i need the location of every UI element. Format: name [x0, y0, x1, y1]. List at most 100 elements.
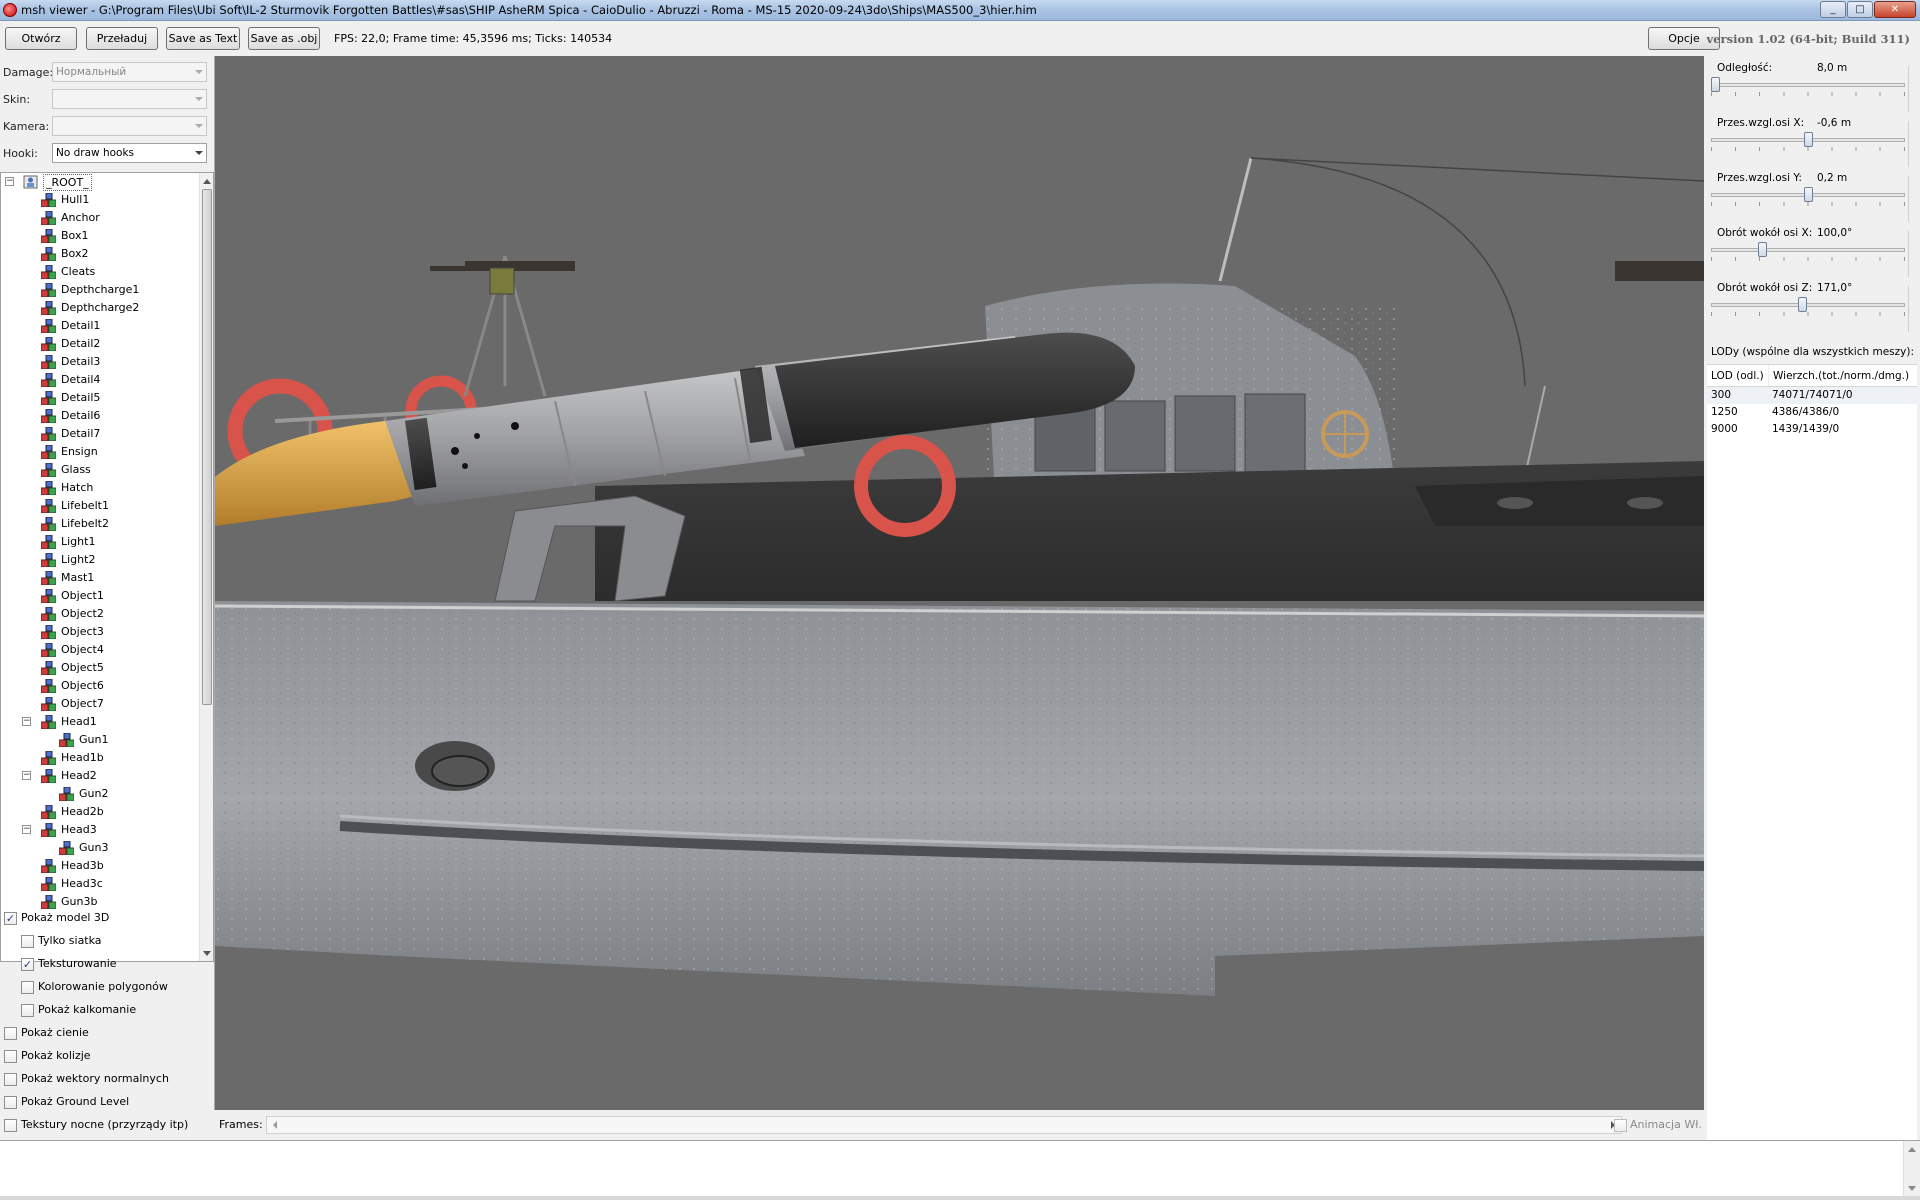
tree-item-label: Head3b	[61, 859, 104, 872]
tree-item-label: Object4	[61, 643, 104, 656]
save-as-obj-button[interactable]: Save as .obj	[248, 27, 320, 50]
tree-item-label: Head3c	[61, 877, 103, 890]
panel-divider	[1908, 176, 1916, 222]
mesh-node-icon	[41, 409, 56, 423]
checkbox-unchecked[interactable]	[21, 1004, 34, 1017]
lod-column-vertices[interactable]: Wierzch.(tot./norm./dmg.)	[1768, 365, 1917, 386]
hooks-row: Hooki: No draw hooks	[0, 142, 214, 166]
window-title: msh viewer - G:\Program Files\Ubi Soft\I…	[21, 3, 1037, 17]
lod-row[interactable]: 300 74071/74071/0	[1707, 387, 1917, 404]
mast	[1218, 157, 1253, 282]
skin-select[interactable]	[52, 89, 207, 109]
tree-item-label: Detail3	[61, 355, 101, 368]
scroll-down-icon[interactable]	[203, 951, 211, 956]
lod-row[interactable]: 9000 1439/1439/0	[1707, 421, 1917, 438]
collapse-icon[interactable]: −	[22, 771, 31, 780]
collapse-icon[interactable]: −	[5, 177, 14, 186]
mesh-node-icon	[41, 337, 56, 351]
lod-table[interactable]: LOD (odl.) Wierzch.(tot./norm./dmg.) 300…	[1707, 364, 1917, 1193]
mesh-node-icon	[41, 427, 56, 441]
mesh-node-icon	[41, 679, 56, 693]
scroll-up-icon[interactable]	[203, 179, 211, 184]
option-label: Pokaż cienie	[21, 1026, 89, 1039]
checkbox-unchecked[interactable]	[4, 1073, 17, 1086]
tree-scrollbar[interactable]	[199, 173, 213, 961]
right-panel: Odległość: 8,0 m Przes.wzgl.osi X: -0,6 m Pr…	[1705, 56, 1920, 1193]
minimize-button[interactable]: _	[1820, 1, 1846, 18]
slider-thumb[interactable]	[1804, 132, 1813, 147]
slider-track[interactable]	[1711, 248, 1905, 252]
machine-gun-2	[1615, 261, 1704, 281]
mesh-hierarchy-tree[interactable]: − _ROOT_ Hull1 Anchor Box1 Box2 Cleats Depthc…	[0, 172, 214, 962]
checkbox-unchecked[interactable]	[21, 935, 34, 948]
mesh-node-icon	[41, 715, 56, 729]
checkbox-unchecked[interactable]	[4, 1027, 17, 1040]
slider-thumb[interactable]	[1798, 297, 1808, 312]
slider-thumb[interactable]	[1757, 242, 1767, 257]
mesh-node-icon	[41, 247, 56, 261]
slider-track[interactable]	[1711, 83, 1905, 87]
slider-thumb[interactable]	[1711, 77, 1720, 92]
root-node-icon	[23, 175, 38, 189]
reload-button[interactable]: Przeładuj	[86, 27, 158, 50]
scroll-down-icon[interactable]	[1908, 1186, 1916, 1191]
slider-track[interactable]	[1711, 303, 1905, 307]
slider-value: -0,6 m	[1817, 117, 1852, 129]
log-scrollbar[interactable]	[1903, 1141, 1920, 1197]
save-as-text-button[interactable]: Save as Text	[166, 27, 240, 50]
checkbox-checked[interactable]: ✓	[4, 912, 17, 925]
collapse-icon[interactable]: −	[22, 825, 31, 834]
scroll-thumb[interactable]	[202, 189, 212, 705]
lod-empty-area	[1707, 443, 1917, 1193]
mesh-node-icon	[41, 391, 56, 405]
checkbox-checked[interactable]: ✓	[21, 958, 34, 971]
lod-vertices: 1439/1439/0	[1772, 423, 1840, 435]
tree-item-label: Glass	[61, 463, 91, 476]
checkbox-unchecked[interactable]	[21, 981, 34, 994]
status-strip	[0, 1196, 1920, 1200]
scroll-up-icon[interactable]	[1908, 1147, 1916, 1152]
3d-viewport[interactable]	[214, 56, 1704, 1110]
skin-label: Skin:	[3, 93, 31, 106]
option-label: Pokaż Ground Level	[21, 1095, 130, 1108]
option-label: Pokaż wektory normalnych	[21, 1072, 169, 1085]
chevron-down-icon	[195, 124, 203, 128]
mesh-node-icon	[59, 733, 74, 747]
hooks-select[interactable]: No draw hooks	[52, 143, 207, 163]
tree-item-label: Lifebelt2	[61, 517, 109, 530]
camera-slider: Przes.wzgl.osi Y: 0,2 m	[1705, 166, 1920, 222]
tree-item-label: Gun3	[79, 841, 109, 854]
slider-thumb[interactable]	[1804, 187, 1813, 202]
option-label: Kolorowanie polygonów	[38, 980, 168, 993]
tree-item-label: Gun2	[79, 787, 109, 800]
checkbox-unchecked[interactable]	[4, 1096, 17, 1109]
lod-header: LOD (odl.) Wierzch.(tot./norm./dmg.)	[1707, 365, 1917, 387]
lod-rows: 300 74071/74071/0 1250 4386/4386/0 9000 1439/…	[1707, 387, 1917, 443]
maximize-button[interactable]: □	[1847, 1, 1873, 18]
tree-item-label: Head2b	[61, 805, 104, 818]
open-button[interactable]: Otwórz	[5, 27, 77, 50]
lod-row[interactable]: 1250 4386/4386/0	[1707, 404, 1917, 421]
tree-item-label: Object5	[61, 661, 104, 674]
version-label: version 1.02 (64-bit; Build 311)	[1706, 32, 1910, 46]
slider-label: Obrót wokół osi X:	[1717, 227, 1813, 239]
slider-ticks	[1711, 202, 1905, 206]
tree-item-label: Object2	[61, 607, 104, 620]
lod-column-distance[interactable]: LOD (odl.)	[1707, 365, 1768, 386]
log-area[interactable]	[0, 1140, 1920, 1197]
mesh-node-icon	[41, 859, 56, 873]
frames-slider[interactable]	[266, 1116, 1622, 1134]
close-button[interactable]: ✕	[1874, 1, 1916, 18]
tree-item-label: Head2	[61, 769, 97, 782]
mesh-node-icon	[41, 373, 56, 387]
skin-row: Skin:	[0, 88, 214, 112]
slider-value: 8,0 m	[1817, 62, 1848, 74]
collapse-icon[interactable]: −	[22, 717, 31, 726]
checkbox-unchecked[interactable]	[4, 1119, 17, 1132]
camera-select[interactable]	[52, 116, 207, 136]
mesh-node-icon	[41, 823, 56, 837]
damage-select[interactable]: Нормальный	[52, 62, 207, 82]
mesh-node-icon	[41, 661, 56, 675]
animation-checkbox[interactable]	[1614, 1119, 1627, 1132]
checkbox-unchecked[interactable]	[4, 1050, 17, 1063]
